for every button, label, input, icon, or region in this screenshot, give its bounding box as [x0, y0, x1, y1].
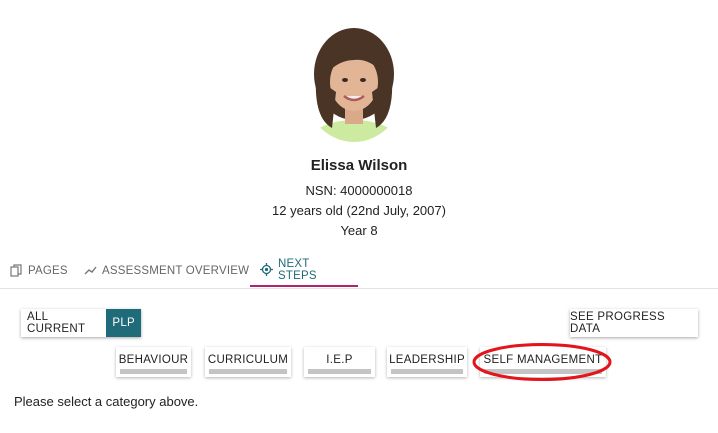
category-behaviour[interactable]: BEHAVIOUR [116, 347, 191, 377]
see-progress-data-button[interactable]: SEE PROGRESS DATA [570, 309, 698, 337]
category-label: BEHAVIOUR [118, 354, 189, 366]
tab-assessment-overview-label: ASSESSMENT OVERVIEW [102, 264, 250, 277]
tab-pages[interactable]: PAGES [10, 254, 68, 287]
avatar [302, 22, 406, 142]
plp-option[interactable]: PLP [106, 309, 141, 337]
tab-bar: PAGES ASSESSMENT OVERVIEW NEXT STEPS [0, 254, 718, 289]
plan-filter-toggle[interactable]: ALL CURRENT PLP [21, 309, 141, 337]
student-nsn: NSN: 4000000018 [305, 183, 413, 198]
tab-next-steps[interactable]: NEXT STEPS [250, 254, 358, 287]
category-progress-bar [209, 369, 287, 374]
student-age: 12 years old (22nd July, 2007) [272, 203, 446, 218]
category-label: CURRICULUM [207, 354, 289, 366]
pages-icon [10, 264, 23, 277]
tab-next-steps-label: NEXT STEPS [278, 257, 317, 282]
category-label: SELF MANAGEMENT [483, 354, 603, 366]
category-progress-bar [308, 369, 371, 374]
target-icon [260, 263, 273, 276]
category-label: LEADERSHIP [389, 354, 465, 366]
tab-pages-label: PAGES [28, 264, 68, 277]
category-leadership[interactable]: LEADERSHIP [387, 347, 467, 377]
trend-icon [84, 264, 97, 277]
student-year: Year 8 [340, 223, 378, 238]
category-progress-bar [120, 369, 187, 374]
category-iep[interactable]: I.E.P [304, 347, 375, 377]
all-current-option[interactable]: ALL CURRENT [21, 309, 106, 337]
empty-state-message: Please select a category above. [14, 394, 199, 409]
category-progress-bar [391, 369, 463, 374]
category-label: I.E.P [326, 354, 353, 366]
category-progress-bar [484, 369, 602, 374]
category-self-management[interactable]: SELF MANAGEMENT [480, 347, 606, 377]
tab-assessment-overview[interactable]: ASSESSMENT OVERVIEW [84, 254, 249, 287]
category-curriculum[interactable]: CURRICULUM [205, 347, 291, 377]
student-name: Elissa Wilson [310, 157, 408, 174]
